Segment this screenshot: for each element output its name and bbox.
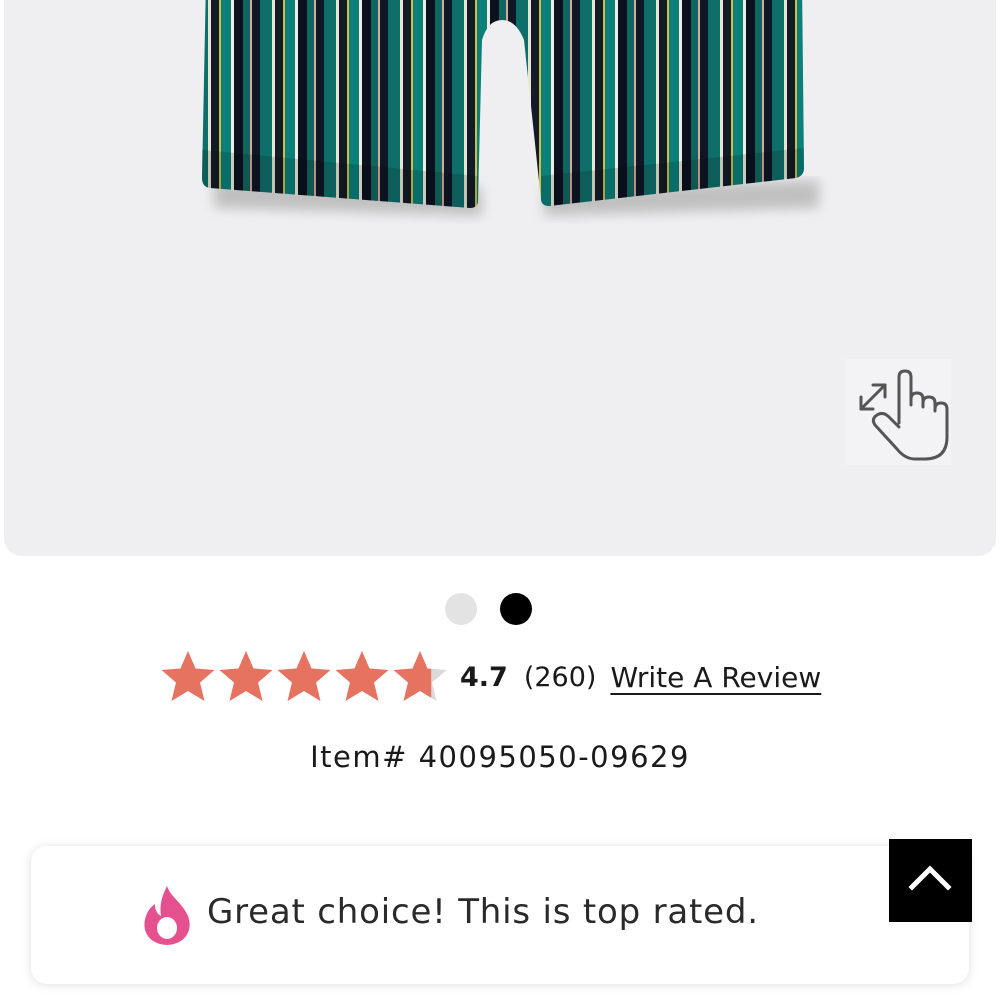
star-icon bbox=[218, 649, 274, 705]
tap-to-zoom-icon bbox=[859, 369, 949, 461]
star-icon bbox=[392, 649, 448, 705]
rating-value: 4.7 bbox=[460, 661, 508, 693]
star-icon bbox=[276, 649, 332, 705]
star-rating[interactable] bbox=[160, 649, 450, 705]
back-to-top-button[interactable] bbox=[889, 839, 972, 922]
product-image-panel bbox=[4, 0, 996, 556]
banner-text: Great choice! This is top rated. bbox=[207, 892, 759, 932]
review-count[interactable]: (260) bbox=[524, 662, 597, 693]
star-icon bbox=[334, 649, 390, 705]
write-review-link[interactable]: Write A Review bbox=[610, 661, 821, 694]
star-icon bbox=[160, 649, 216, 705]
product-detail-page: 4.7 (260) Write A Review Item# 40095050-… bbox=[0, 0, 1000, 1000]
rating-row: 4.7 (260) Write A Review bbox=[160, 645, 821, 709]
zoom-button[interactable] bbox=[845, 359, 951, 465]
flame-icon bbox=[144, 886, 190, 945]
image-carousel-dots bbox=[445, 593, 532, 625]
product-image[interactable] bbox=[4, 0, 996, 556]
item-number: Item# 40095050-09629 bbox=[310, 740, 690, 774]
carousel-dot-2[interactable] bbox=[500, 593, 532, 625]
top-rated-banner: Great choice! This is top rated. bbox=[31, 846, 969, 984]
chevron-up-icon bbox=[908, 865, 952, 891]
carousel-dot-1[interactable] bbox=[445, 593, 477, 625]
